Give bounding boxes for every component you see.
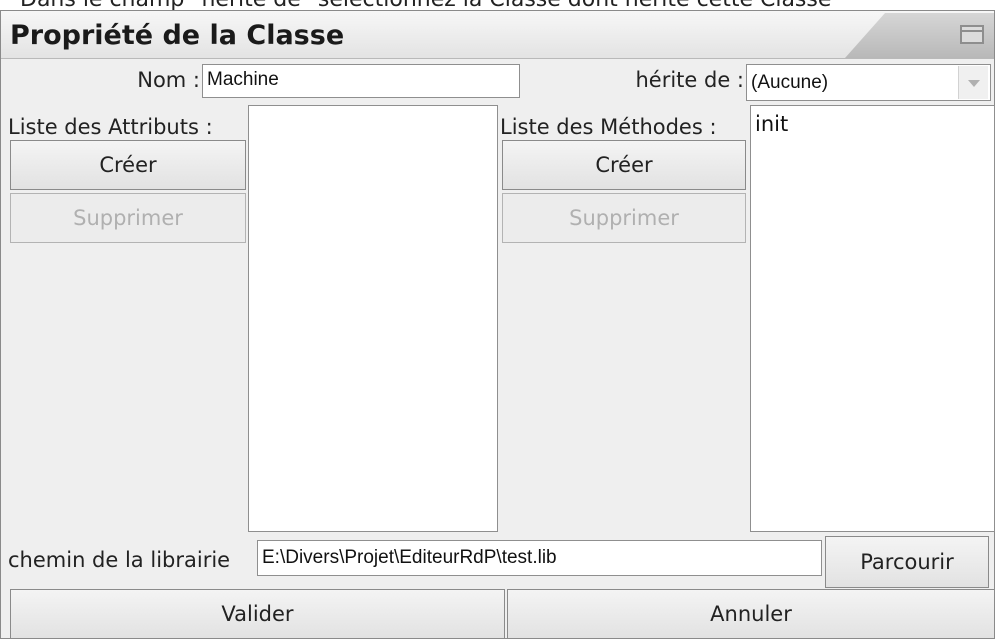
- herite-de-label: hérite de :: [635, 68, 744, 92]
- delete-attribute-button[interactable]: Supprimer: [10, 193, 246, 243]
- herite-de-select[interactable]: (Aucune): [746, 64, 991, 101]
- maximize-icon[interactable]: [960, 25, 984, 44]
- library-path-input[interactable]: E:\Divers\Projet\EditeurRdP\test.lib: [257, 540, 822, 576]
- attributes-list[interactable]: [248, 105, 498, 532]
- methodes-label: Liste des Méthodes :: [500, 115, 717, 139]
- chevron-down-icon[interactable]: [958, 66, 988, 99]
- browse-button[interactable]: Parcourir: [825, 536, 989, 588]
- chemin-label: chemin de la librairie: [8, 548, 231, 572]
- methods-list[interactable]: init: [750, 105, 995, 532]
- window-title: Propriété de la Classe: [10, 20, 345, 51]
- nom-input[interactable]: Machine: [202, 64, 520, 98]
- nom-label: Nom :: [137, 68, 200, 92]
- attributs-label: Liste des Attributs :: [8, 115, 213, 139]
- validate-button[interactable]: Valider: [10, 589, 505, 639]
- cancel-button[interactable]: Annuler: [507, 589, 995, 639]
- create-method-button[interactable]: Créer: [502, 140, 746, 190]
- create-attribute-button[interactable]: Créer: [10, 140, 246, 190]
- list-item[interactable]: init: [751, 106, 994, 138]
- delete-method-button[interactable]: Supprimer: [502, 193, 746, 243]
